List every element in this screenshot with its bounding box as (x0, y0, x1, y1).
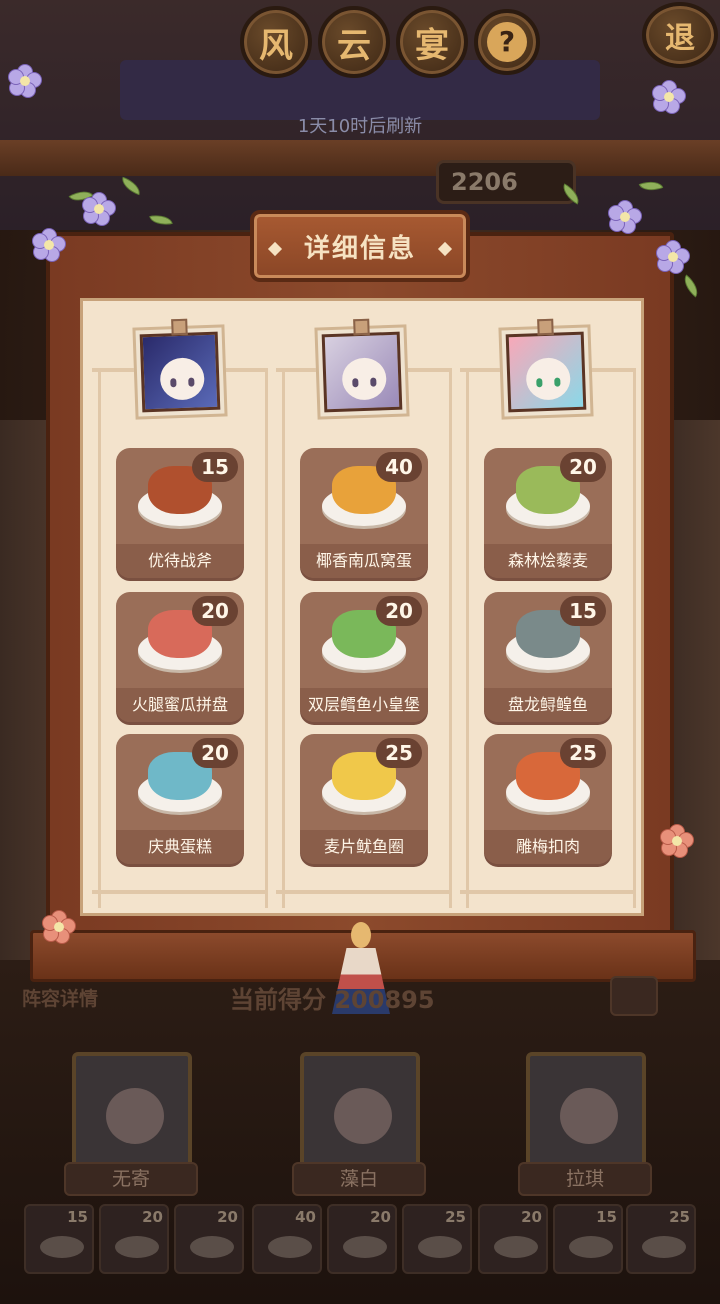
tray-slot[interactable]: 20 (174, 1204, 244, 1274)
clip-icon (171, 318, 188, 336)
tray-count: 20 (521, 1208, 542, 1226)
dish-card[interactable]: 20 双层鳕鱼小皇堡 (300, 592, 428, 722)
lineup-details-link[interactable]: 阵容详情 (22, 984, 98, 1011)
current-score: 当前得分 200895 (230, 980, 435, 1015)
dish-name: 庆典蛋糕 (116, 830, 244, 864)
avatar (106, 1088, 164, 1144)
dish-count: 40 (376, 452, 422, 482)
tray-count: 20 (370, 1208, 391, 1226)
dish-count: 20 (192, 738, 238, 768)
portrait-zaobai (314, 318, 410, 420)
pink-flower-icon (42, 910, 76, 944)
dish-tray: 15 20 20 40 20 25 20 15 25 (22, 1204, 698, 1280)
dish-count: 15 (192, 452, 238, 482)
title-char-3: 宴 (396, 6, 468, 78)
diamond-ornament-left-icon (267, 241, 283, 257)
tray-slot[interactable]: 25 (402, 1204, 472, 1274)
title-row: 风 云 宴 ? (240, 6, 540, 86)
avatar (341, 357, 387, 401)
dish-count: 25 (376, 738, 422, 768)
dish-card[interactable]: 20 庆典蛋糕 (116, 734, 244, 864)
tray-slot[interactable]: 25 (626, 1204, 696, 1274)
avatar (159, 357, 205, 401)
question-icon: ? (487, 22, 527, 62)
flower-icon (82, 192, 116, 226)
tray-count: 20 (142, 1208, 163, 1226)
tray-slot[interactable]: 20 (327, 1204, 397, 1274)
detail-title-text: 详细信息 (303, 233, 416, 264)
tray-slot[interactable]: 15 (24, 1204, 94, 1274)
lineup-member-3[interactable] (526, 1052, 646, 1168)
avatar (525, 357, 571, 401)
avatar (334, 1088, 392, 1144)
portrait-laqi (498, 318, 594, 420)
detail-panel-title: 详细信息 (250, 210, 470, 282)
dish-count: 20 (376, 596, 422, 626)
dish-card[interactable]: 25 雕梅扣肉 (484, 734, 612, 864)
reset-button[interactable] (610, 976, 658, 1016)
dish-name: 双层鳕鱼小皇堡 (300, 688, 428, 722)
refresh-timer: 1天10时后刷新 (297, 116, 423, 137)
member-name: 藻白 (292, 1162, 426, 1196)
title-char-1: 风 (240, 6, 312, 78)
tray-count: 25 (669, 1208, 690, 1226)
current-score-label: 当前得分 (230, 986, 326, 1014)
tray-count: 15 (67, 1208, 88, 1226)
pink-flower-icon (660, 824, 694, 858)
dish-card[interactable]: 20 森林烩藜麦 (484, 448, 612, 578)
dish-card[interactable]: 20 火腿蜜瓜拼盘 (116, 592, 244, 722)
diamond-ornament-right-icon (437, 241, 453, 257)
tray-slot[interactable]: 15 (553, 1204, 623, 1274)
tray-count: 20 (217, 1208, 238, 1226)
tray-slot[interactable]: 40 (252, 1204, 322, 1274)
member-name: 无寄 (64, 1162, 198, 1196)
current-score-value: 200895 (334, 986, 435, 1014)
flower-icon (656, 240, 690, 274)
wooden-beam (0, 140, 720, 176)
dish-name: 森林烩藜麦 (484, 544, 612, 578)
portrait-wuji (132, 318, 228, 420)
flower-icon (608, 200, 642, 234)
dish-count: 20 (560, 452, 606, 482)
lineup-member-2[interactable] (300, 1052, 420, 1168)
dish-card[interactable]: 15 盘龙鲟鳇鱼 (484, 592, 612, 722)
dish-name: 盘龙鲟鳇鱼 (484, 688, 612, 722)
dish-count: 20 (192, 596, 238, 626)
help-button[interactable]: ? (474, 9, 540, 75)
avatar (560, 1088, 618, 1144)
flower-icon (8, 64, 42, 98)
dish-name: 火腿蜜瓜拼盘 (116, 688, 244, 722)
tray-count: 40 (295, 1208, 316, 1226)
dish-name: 麦片鱿鱼圈 (300, 830, 428, 864)
flower-icon (32, 228, 66, 262)
dish-count: 25 (560, 738, 606, 768)
clip-icon (537, 318, 554, 336)
tray-slot[interactable]: 20 (99, 1204, 169, 1274)
dish-card[interactable]: 25 麦片鱿鱼圈 (300, 734, 428, 864)
flower-icon (652, 80, 686, 114)
dish-name: 优待战斧 (116, 544, 244, 578)
tray-count: 15 (596, 1208, 617, 1226)
exit-button[interactable]: 退 (642, 2, 718, 68)
member-name: 拉琪 (518, 1162, 652, 1196)
dish-name: 雕梅扣肉 (484, 830, 612, 864)
clip-icon (353, 318, 370, 336)
tray-count: 25 (445, 1208, 466, 1226)
dish-name: 椰香南瓜窝蛋 (300, 544, 428, 578)
tray-slot[interactable]: 20 (478, 1204, 548, 1274)
lineup-member-1[interactable] (72, 1052, 192, 1168)
dish-card[interactable]: 15 优待战斧 (116, 448, 244, 578)
dish-count: 15 (560, 596, 606, 626)
dish-card[interactable]: 40 椰香南瓜窝蛋 (300, 448, 428, 578)
title-char-2: 云 (318, 6, 390, 78)
top-score-chip: 2206 (436, 160, 576, 204)
